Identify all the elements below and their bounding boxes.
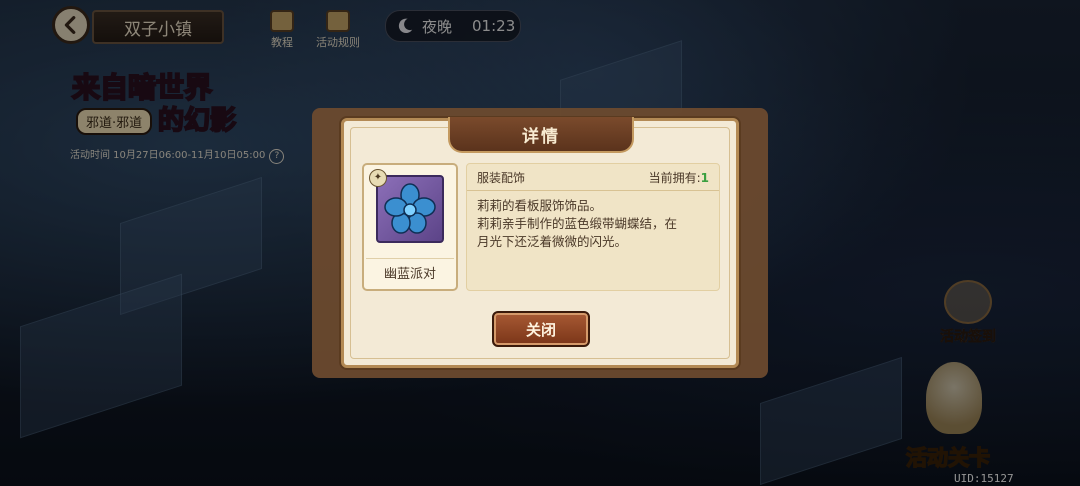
item-name: 幽蓝派对	[366, 258, 454, 285]
item-icon	[376, 175, 444, 243]
blue-bow-icon	[384, 183, 436, 234]
star-badge-icon: ✦	[369, 169, 387, 187]
owned-label: 当前拥有:	[648, 170, 701, 185]
modal-title: 详情	[448, 117, 634, 153]
description-line: 莉莉亲手制作的蓝色缎带蝴蝶结，在	[477, 216, 678, 231]
description-line: 月光下还泛着微微的闪光。	[477, 234, 628, 249]
description-box: 服装配饰 当前拥有:1 莉莉的看板服饰饰品。 莉莉亲手制作的蓝色缎带蝴蝶结，在 …	[466, 163, 720, 291]
owned-count: 当前拥有:1	[649, 169, 709, 186]
description-line: 莉莉的看板服饰饰品。	[477, 198, 603, 213]
description-header: 服装配饰 当前拥有:1	[467, 164, 719, 191]
item-category: 服装配饰	[477, 170, 526, 185]
owned-number: 1	[700, 170, 709, 185]
item-card: ✦ 幽蓝派对	[362, 163, 458, 291]
item-description: 莉莉的看板服饰饰品。 莉莉亲手制作的蓝色缎带蝴蝶结，在 月光下还泛着微微的闪光。	[467, 191, 719, 257]
close-button[interactable]: 关闭	[492, 311, 590, 347]
detail-modal: 详情 ✦ 幽蓝派对 服装配饰 当前拥有:1 莉莉的看板服饰饰品。 莉莉亲手制作的…	[341, 117, 739, 368]
